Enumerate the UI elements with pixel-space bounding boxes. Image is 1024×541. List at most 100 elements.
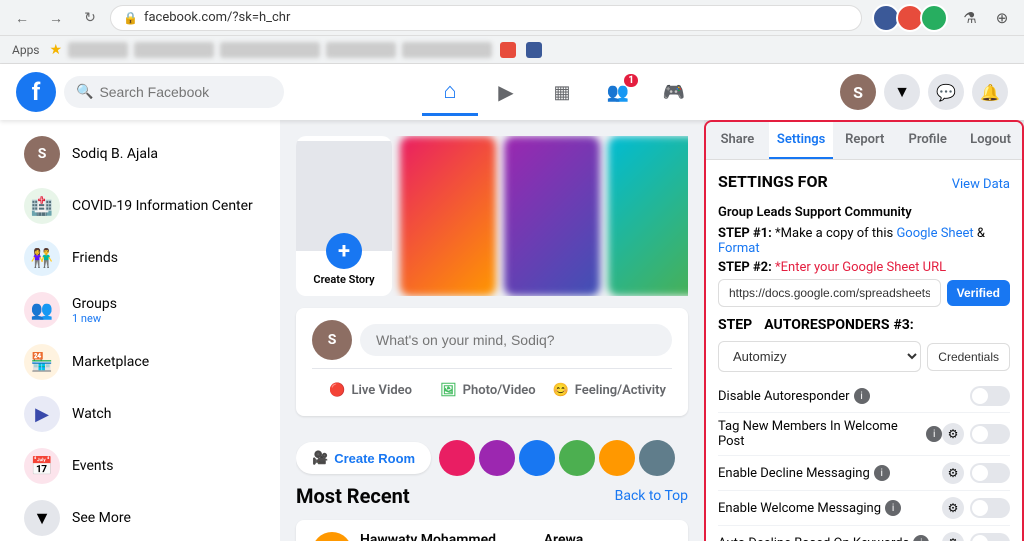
messenger-button[interactable]: 💬	[928, 74, 964, 110]
sidebar-label-watch: Watch	[72, 406, 111, 422]
toggle-text-tag: Tag New Members In Welcome Post	[718, 419, 922, 449]
nav-gaming[interactable]: 🎮	[646, 68, 702, 116]
reload-button[interactable]: ↻	[76, 4, 104, 32]
sidebar-username: Sodiq B. Ajala	[72, 146, 158, 162]
popup-tab-settings[interactable]: Settings	[769, 122, 833, 159]
gear-icon-tag[interactable]: ⚙	[942, 423, 964, 445]
toggle-label-welcome: Enable Welcome Messaging i	[718, 500, 901, 516]
story-card-3[interactable]	[608, 136, 688, 296]
back-to-top-link[interactable]: Back to Top	[615, 488, 688, 504]
post-box-input[interactable]	[360, 324, 672, 356]
toggle-disable-autoresponder: Disable Autoresponder i	[718, 380, 1010, 413]
create-story-card[interactable]: + Create Story	[296, 136, 392, 296]
toggle-right-tag: ⚙	[942, 423, 1010, 445]
apps-label: Apps	[12, 43, 40, 57]
toggle-knob-disable	[972, 388, 988, 404]
popup-body: SETTINGS FOR View Data Group Leads Suppo…	[706, 160, 1022, 541]
search-box[interactable]: 🔍	[64, 76, 284, 108]
toggle-info-disable[interactable]: i	[854, 388, 870, 404]
forward-button[interactable]: →	[42, 4, 70, 32]
search-input[interactable]	[99, 84, 259, 100]
story-card-1[interactable]	[400, 136, 496, 296]
url-bar[interactable]: 🔒 facebook.com/?sk=h_chr	[110, 5, 862, 31]
popup-view-data[interactable]: View Data	[952, 177, 1010, 192]
post-more-btn[interactable]: ···	[656, 532, 672, 541]
nav-groups[interactable]: 👥 1	[590, 68, 646, 116]
sidebar-label-see-more: See More	[72, 510, 131, 526]
sidebar-item-watch[interactable]: ▶ Watch	[8, 388, 272, 440]
photo-video-btn[interactable]: 🖼 Photo/Video	[429, 377, 546, 404]
popup-tab-share[interactable]: Share	[706, 122, 769, 159]
sidebar-item-marketplace[interactable]: 🏪 Marketplace	[8, 336, 272, 388]
toggle-switch-tag[interactable]	[970, 424, 1010, 444]
toggle-right-decline: ⚙	[942, 462, 1010, 484]
right-panel: ...CCESS to uses for 4 Videos 0 ro Desig…	[704, 120, 1024, 541]
step1-link-sheet[interactable]: Google Sheet	[896, 226, 973, 241]
feeling-btn[interactable]: 😊 Feeling/Activity	[547, 377, 672, 404]
room-avatar-2	[479, 440, 515, 476]
nav-home[interactable]: ⌂	[422, 68, 478, 116]
create-room-btn[interactable]: 🎥 Create Room	[296, 442, 431, 474]
verified-button[interactable]: Verified	[947, 280, 1010, 306]
step1-text: *Make a copy of this	[775, 226, 896, 241]
sidebar-item-covid[interactable]: 🏥 COVID-19 Information Center	[8, 180, 272, 232]
sidebar-item-friends[interactable]: 👫 Friends	[8, 232, 272, 284]
story-card-2[interactable]	[504, 136, 600, 296]
apps-bookmark[interactable]: Apps	[8, 41, 44, 59]
nav-watch[interactable]: ▶	[478, 68, 534, 116]
account-button[interactable]: ⊕	[988, 4, 1016, 32]
notifications-button[interactable]: 🔔	[972, 74, 1008, 110]
toggle-welcome-messaging: Enable Welcome Messaging i ⚙	[718, 491, 1010, 526]
toggle-switch-auto-decline[interactable]	[970, 533, 1010, 541]
sidebar-user[interactable]: S Sodiq B. Ajala	[8, 128, 272, 180]
sheet-url-input[interactable]	[718, 279, 941, 307]
gear-icon-welcome[interactable]: ⚙	[942, 497, 964, 519]
user-avatar[interactable]: S	[840, 74, 876, 110]
post-header: H Hawwaty Mohammed Insense ► Arewa marke…	[296, 520, 688, 541]
fb-nav: ⌂ ▶ ▦ 👥 1 🎮	[284, 68, 840, 116]
groups-new-badge: 1 new	[72, 312, 117, 325]
popup-tab-profile[interactable]: Profile	[896, 122, 959, 159]
extensions-button[interactable]: ⚗	[956, 4, 984, 32]
live-icon: 🔴	[329, 383, 345, 398]
bookmark-5[interactable]	[402, 42, 492, 58]
most-recent-header: Most Recent Back to Top	[296, 484, 688, 508]
toggle-info-welcome[interactable]: i	[885, 500, 901, 516]
toggle-info-auto-decline[interactable]: i	[913, 535, 929, 541]
popup-title-row: SETTINGS FOR View Data	[718, 172, 1010, 197]
toggle-label-auto-decline: Auto Decline Based On Keywords i	[718, 535, 929, 541]
gear-icon-decline[interactable]: ⚙	[942, 462, 964, 484]
bookmark-4[interactable]	[326, 42, 396, 58]
credentials-btn[interactable]: Credentials	[927, 343, 1010, 371]
step3-row: STEP AUTORESPONDERS #3:	[718, 317, 1010, 333]
bookmark-3[interactable]	[220, 42, 320, 58]
toggle-right-disable	[970, 386, 1010, 406]
home-icon: ⌂	[443, 78, 456, 104]
toggle-right-welcome: ⚙	[942, 497, 1010, 519]
step1-link-format[interactable]: Format	[718, 241, 760, 256]
sidebar-item-see-more[interactable]: ▼ See More	[8, 492, 272, 541]
toggle-knob-decline	[972, 465, 988, 481]
sidebar-item-groups[interactable]: 👥 Groups 1 new	[8, 284, 272, 336]
bookmark-star: ★	[50, 42, 63, 58]
back-button[interactable]: ←	[8, 4, 36, 32]
live-video-btn[interactable]: 🔴 Live Video	[312, 377, 429, 404]
toggle-info-tag[interactable]: i	[926, 426, 942, 442]
step1-ampersand: &	[977, 226, 985, 241]
toggle-switch-welcome[interactable]	[970, 498, 1010, 518]
bookmark-2[interactable]	[134, 42, 214, 58]
menu-button[interactable]: ▼	[884, 74, 920, 110]
toggle-switch-decline[interactable]	[970, 463, 1010, 483]
step2-link[interactable]: *Enter your Google Sheet URL	[775, 260, 946, 275]
bookmark-1[interactable]	[68, 42, 128, 58]
gear-icon-auto-decline[interactable]: ⚙	[942, 532, 964, 541]
nav-marketplace[interactable]: ▦	[534, 68, 590, 116]
sidebar-item-events[interactable]: 📅 Events	[8, 440, 272, 492]
create-story-plus: +	[326, 233, 362, 269]
popup-tab-report[interactable]: Report	[833, 122, 896, 159]
toggle-switch-disable[interactable]	[970, 386, 1010, 406]
autoresponder-select[interactable]: Automizy	[718, 341, 921, 372]
popup-tab-logout[interactable]: Logout	[959, 122, 1022, 159]
gaming-icon: 🎮	[663, 82, 685, 103]
toggle-info-decline[interactable]: i	[874, 465, 890, 481]
